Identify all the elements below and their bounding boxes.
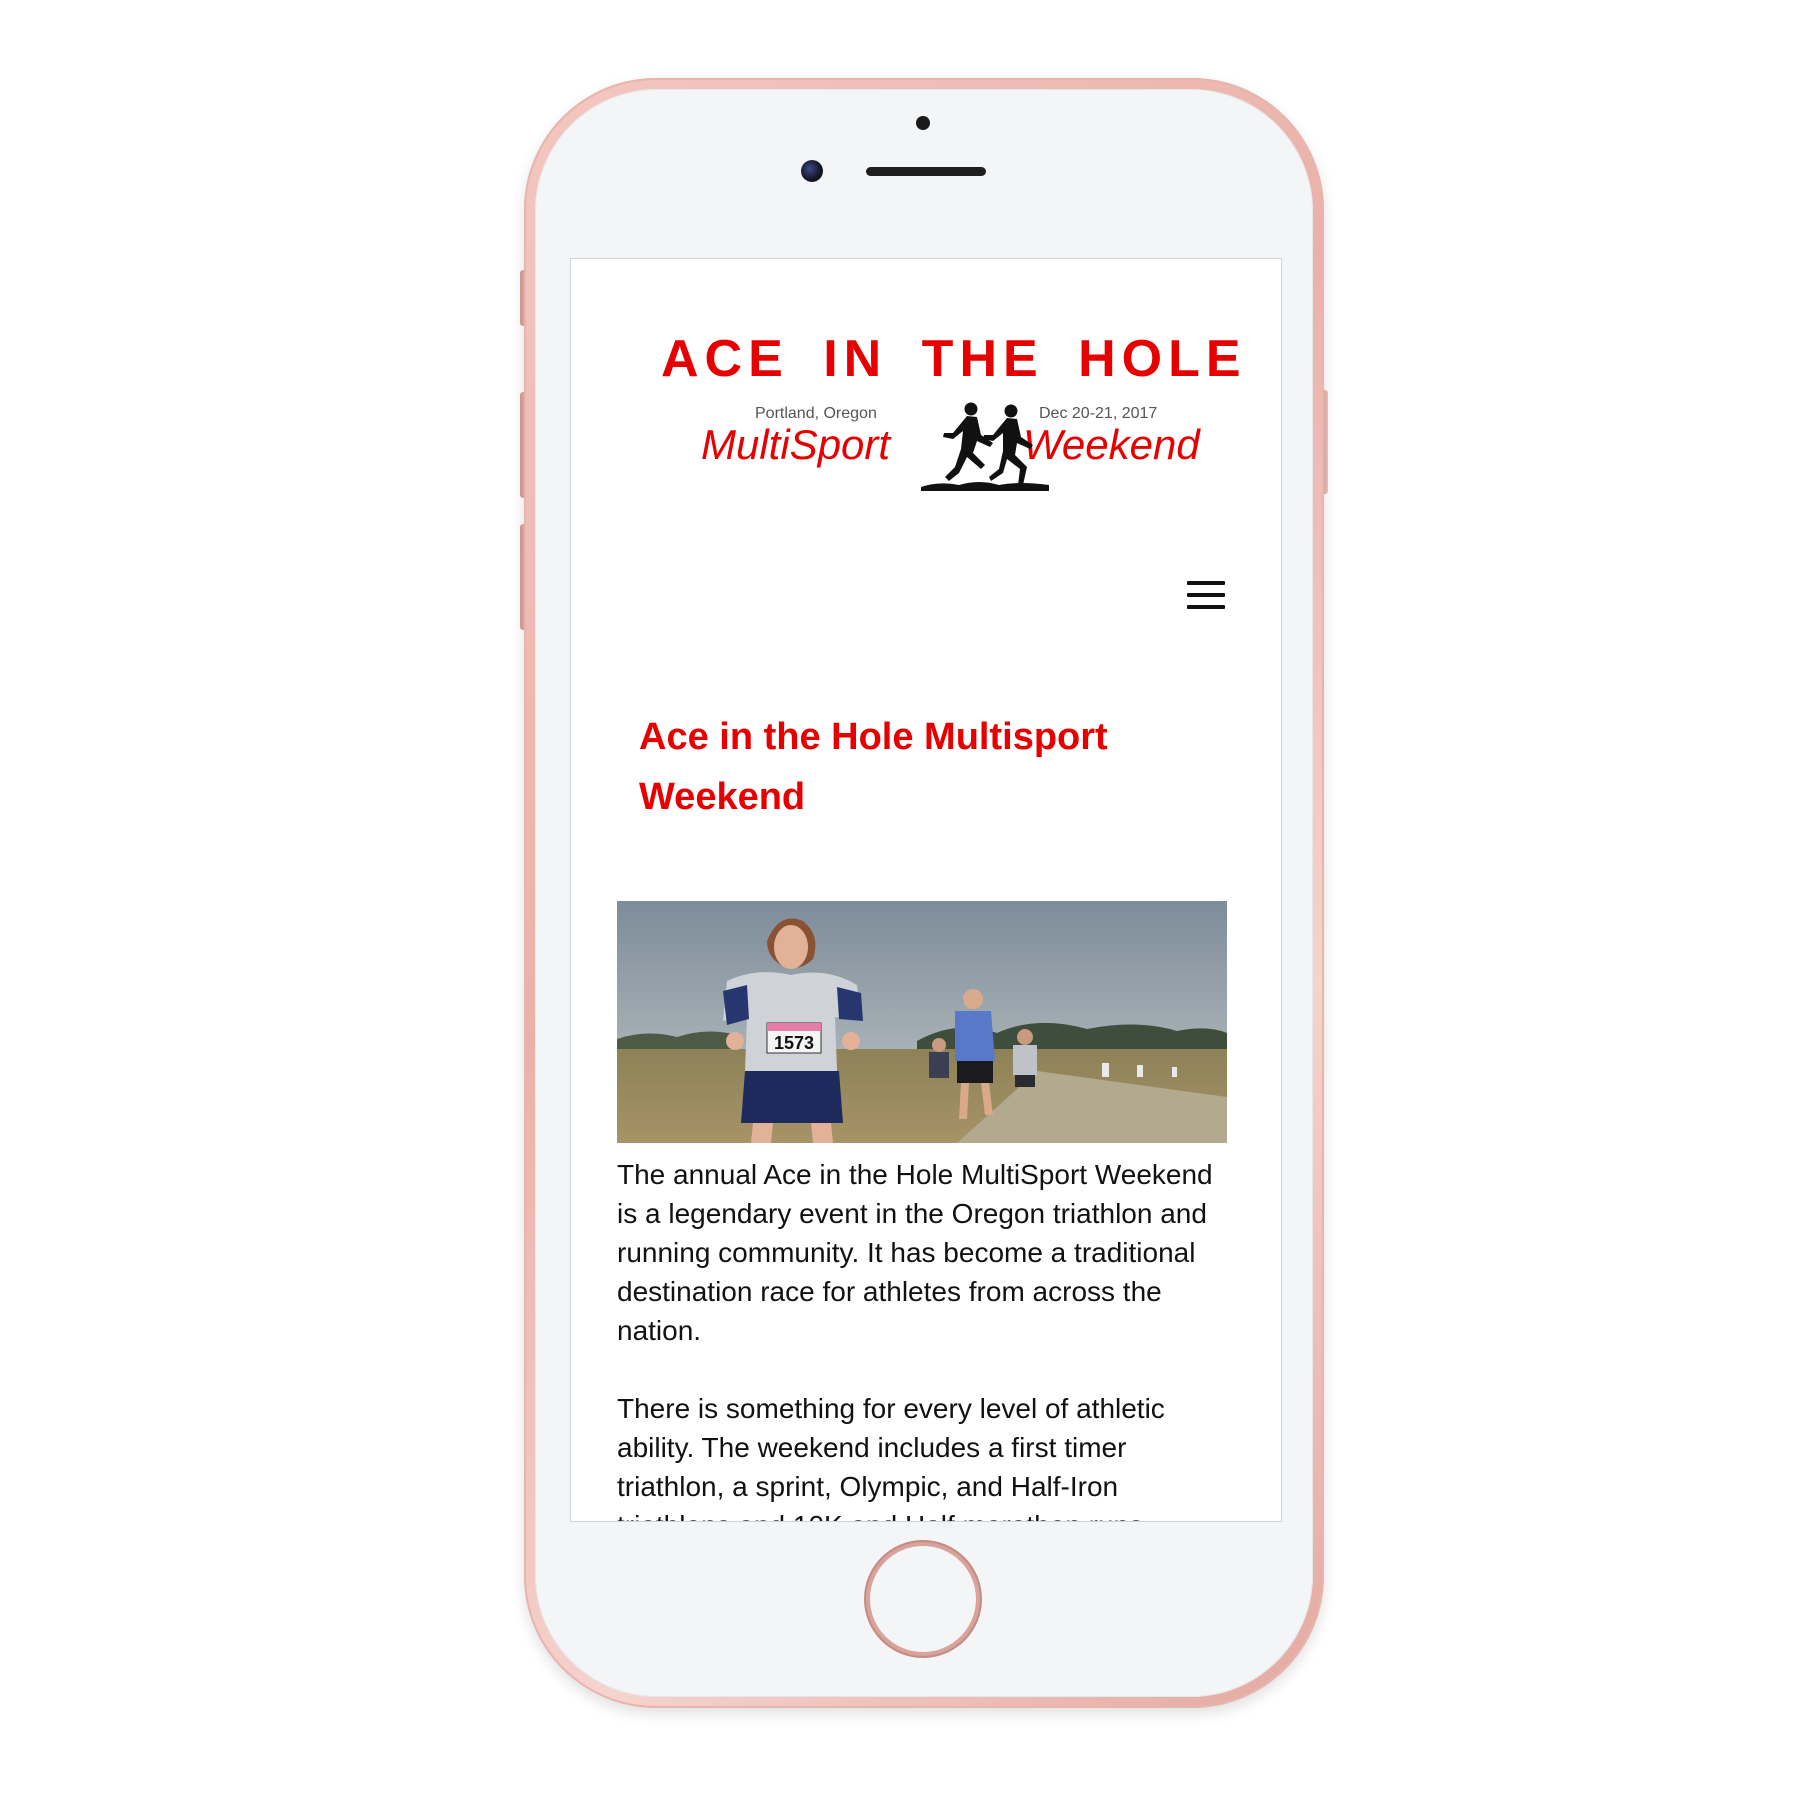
- front-camera-icon: [801, 160, 823, 182]
- phone-screen: ACE IN THE HOLE Portland, Oregon Dec 20-…: [570, 258, 1282, 1522]
- logo-multisport: MultiSport: [701, 421, 891, 468]
- site-logo[interactable]: ACE IN THE HOLE Portland, Oregon Dec 20-…: [631, 329, 1247, 491]
- hero-photo-illustration: 1573: [617, 901, 1227, 1143]
- device-mockup: ACE IN THE HOLE Portland, Oregon Dec 20-…: [0, 0, 1800, 1800]
- hero-image: 1573: [617, 901, 1227, 1143]
- intro-paragraph: The annual Ace in the Hole MultiSport We…: [617, 1159, 1213, 1346]
- home-button[interactable]: [870, 1546, 976, 1652]
- logo-title: ACE IN THE HOLE: [661, 330, 1247, 388]
- proximity-sensor: [916, 116, 930, 130]
- earpiece-speaker: [866, 167, 986, 176]
- hamburger-menu-icon[interactable]: [1185, 577, 1227, 613]
- runner-bib-number: 1573: [774, 1033, 814, 1053]
- menu-bar-top: [1187, 581, 1225, 585]
- events-paragraph: There is something for every level of at…: [617, 1393, 1165, 1521]
- page-title: Ace in the Hole Multisport Weekend: [639, 716, 1108, 818]
- article-body: The annual Ace in the Hole MultiSport We…: [617, 1155, 1229, 1521]
- menu-bar-bottom: [1187, 605, 1225, 609]
- menu-bar-middle: [1187, 593, 1225, 597]
- runners-silhouette-icon: [921, 402, 1049, 491]
